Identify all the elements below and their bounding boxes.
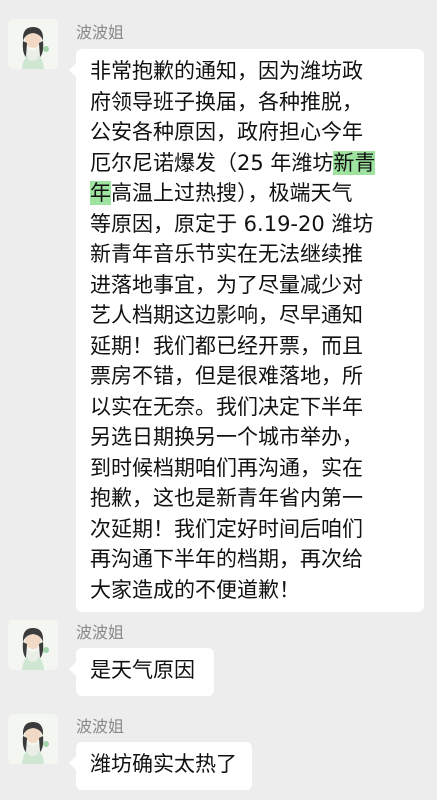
message-line: 等原因，原定于 6.19-20 潍坊 xyxy=(90,209,414,240)
message-text: 等原因，原定于 6.19-20 潍坊 xyxy=(90,211,374,236)
search-highlight: 年 xyxy=(90,181,111,205)
message-line: 艺人档期这边影响，尽早通知 xyxy=(90,300,414,331)
message-bubble[interactable]: 是天气原因 xyxy=(69,648,214,696)
message-text: 次延期！我们定好时间后咱们 xyxy=(90,516,363,541)
message-text: 新青年音乐节实在无法继续推 xyxy=(90,242,363,266)
message-line: 再沟通下半年的档期，再次给 xyxy=(90,544,414,575)
avatar-image xyxy=(8,714,58,764)
message-line: 进落地事宜，为了尽量减少对 xyxy=(90,270,414,301)
message-text: 票房不错，但是很难落地，所 xyxy=(90,364,363,388)
message-line: 延期！我们都已经开票，而且 xyxy=(90,331,414,362)
message-line: 年高温上过热搜），极端天气 xyxy=(90,178,414,209)
sender-name: 波波姐 xyxy=(76,623,125,642)
sender-name: 波波姐 xyxy=(76,23,125,42)
message-text: 潍坊确实太热了 xyxy=(90,752,237,776)
message-line: 公安各种原因，政府担心今年 xyxy=(90,117,414,148)
avatar[interactable] xyxy=(8,19,58,69)
message-line: 府领导班子换届，各种推脱， xyxy=(90,87,414,118)
message-line: 新青年音乐节实在无法继续推 xyxy=(90,239,414,270)
message-line: 次延期！我们定好时间后咱们 xyxy=(90,514,414,545)
message-line: 厄尔尼诺爆发（25 年潍坊新青 xyxy=(90,148,414,179)
message-text: 公安各种原因，政府担心今年 xyxy=(90,120,363,144)
message-line: 抱歉，这也是新青年省内第一 xyxy=(90,483,414,514)
message-text: 非常抱歉的通知，因为潍坊政 xyxy=(90,59,363,83)
message-text: 高温上过热搜），极端天气 xyxy=(111,181,353,205)
message-text: 府领导班子换届，各种推脱， xyxy=(90,89,363,114)
message-bubble[interactable]: 潍坊确实太热了 xyxy=(69,742,252,790)
avatar-image xyxy=(8,19,58,69)
message-line: 非常抱歉的通知，因为潍坊政 xyxy=(90,56,414,87)
message-text: 到时候档期咱们再沟通，实在 xyxy=(90,455,363,480)
message-text: 再沟通下半年的档期，再次给 xyxy=(90,547,363,571)
message-line: 票房不错，但是很难落地，所 xyxy=(90,361,414,392)
avatar-image xyxy=(8,620,58,670)
message-text: 另选日期换另一个城市举办， xyxy=(90,425,363,449)
message-bubble[interactable]: 非常抱歉的通知，因为潍坊政 府领导班子换届，各种推脱， 公安各种原因，政府担心今年厄… xyxy=(69,49,424,612)
message-text: 大家造成的不便道歉！ xyxy=(90,577,300,602)
avatar[interactable] xyxy=(8,620,58,670)
message-line: 以实在无奈。我们决定下半年 xyxy=(90,392,414,423)
message-text: 延期！我们都已经开票，而且 xyxy=(90,333,363,358)
message-line: 到时候档期咱们再沟通，实在 xyxy=(90,453,414,484)
search-highlight: 新青 xyxy=(333,150,376,175)
message-text: 艺人档期这边影响，尽早通知 xyxy=(90,303,363,327)
message-text: 以实在无奈。我们决定下半年 xyxy=(90,394,363,419)
avatar[interactable] xyxy=(8,714,58,764)
message-line: 大家造成的不便道歉！ xyxy=(90,575,414,606)
message-text: 是天气原因 xyxy=(90,658,195,682)
message-text: 厄尔尼诺爆发（25 年潍坊 xyxy=(90,150,334,175)
message-line: 另选日期换另一个城市举办， xyxy=(90,422,414,453)
sender-name: 波波姐 xyxy=(76,717,125,736)
message-text: 抱歉，这也是新青年省内第一 xyxy=(90,486,363,510)
message-text: 进落地事宜，为了尽量减少对 xyxy=(90,272,363,297)
